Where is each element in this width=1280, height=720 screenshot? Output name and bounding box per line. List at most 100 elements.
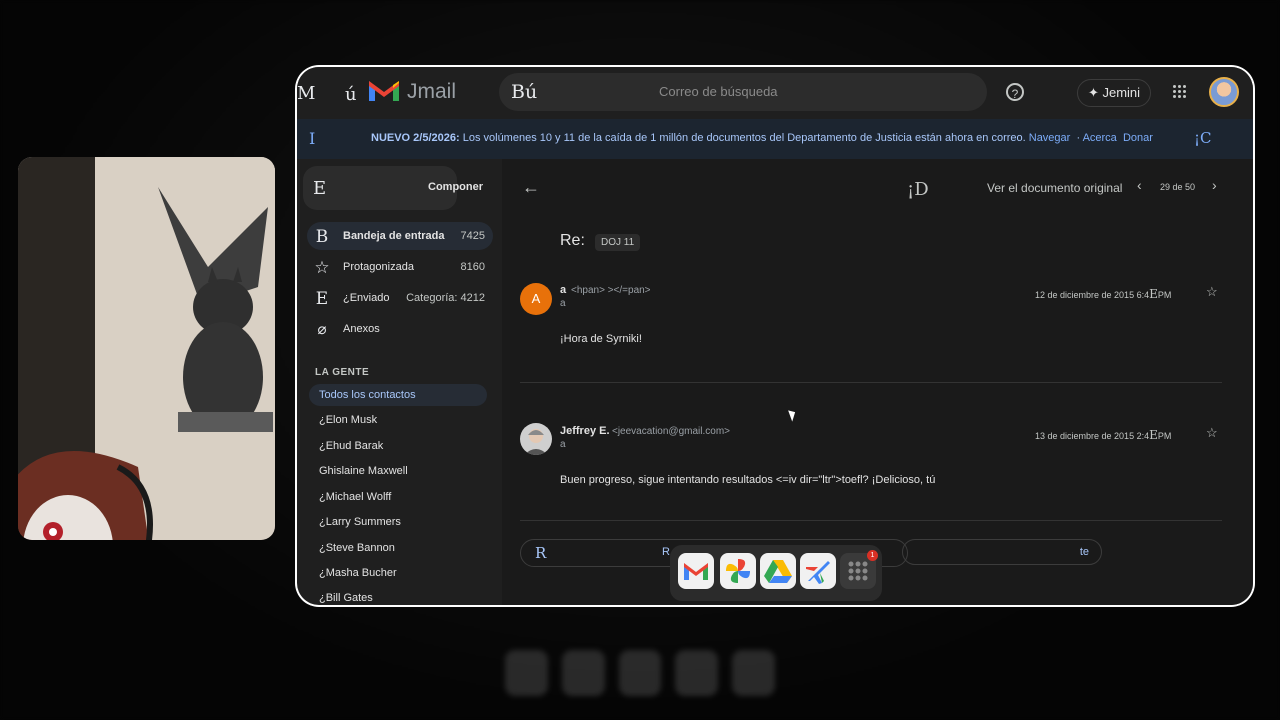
contact-label: ¿Ehud Barak	[319, 440, 384, 452]
message-pane: ← ¡D Ver el documento original ‹ 29 de 5…	[502, 159, 1253, 605]
sidebar: E Componer B Bandeja de entrada 7425 ☆ P…	[297, 159, 502, 605]
date-glyph: E	[1149, 428, 1158, 442]
compose-icon: E	[313, 178, 327, 199]
message-date: 12 de diciembre de 2015 6:4EPM	[1035, 287, 1171, 301]
contact-label: ¿Michael Wolff	[319, 491, 392, 503]
contact-label: Todos los contactos	[319, 389, 416, 401]
sidebar-item-count: 7425	[460, 230, 485, 242]
banner-about-link[interactable]: Acerca	[1083, 132, 1117, 144]
jemini-label: Jemini	[1102, 85, 1141, 100]
contact-label: ¿Steve Bannon	[319, 542, 395, 554]
reply-icon: R	[535, 544, 547, 562]
contact-item[interactable]: ¿Ehud Barak	[309, 435, 487, 457]
contact-label: ¿Larry Summers	[319, 516, 401, 528]
forward-bar[interactable]: te	[902, 539, 1102, 565]
recipient: a	[560, 439, 566, 450]
recipient: a	[560, 298, 566, 309]
jemini-button[interactable]: ✦ Jemini	[1077, 79, 1151, 107]
webcam-person	[18, 451, 153, 540]
banner-left-glyph: I	[309, 129, 316, 148]
inbox-icon: B	[315, 227, 329, 247]
message-divider	[520, 520, 1222, 521]
star-icon[interactable]: ☆	[1206, 284, 1218, 300]
thread-label-chip[interactable]: DOJ 11	[595, 234, 641, 251]
left-edge-glyph: M	[297, 83, 316, 104]
banner-donate-link[interactable]: Donar	[1123, 132, 1153, 144]
message-body: Buen progreso, sigue intentando resultad…	[560, 474, 936, 486]
contact-item[interactable]: Ghislaine Maxwell	[309, 460, 487, 482]
sender-address: <jeevacation@gmail.com>	[612, 426, 730, 437]
contact-item[interactable]: ¿Elon Musk	[309, 409, 487, 431]
sidebar-item-count: 8160	[460, 261, 485, 273]
view-original-button[interactable]: Ver el documento original	[987, 181, 1122, 195]
photos-app-icon[interactable]	[720, 553, 756, 589]
reply-partial-label: R	[662, 546, 670, 558]
banner-date: NUEVO 2/5/2026:	[371, 132, 460, 144]
pager-count: 29 de 50	[1160, 182, 1196, 192]
sender-name: a	[560, 284, 567, 296]
search-input[interactable]: Bú Correo de búsqueda	[499, 73, 987, 111]
main-menu-icon[interactable]: ú	[345, 84, 357, 105]
sidebar-item-attachments[interactable]: ⌀ Anexos	[307, 315, 493, 343]
compose-button[interactable]: E Componer	[303, 166, 483, 210]
banner-right-glyph[interactable]: ¡C	[1194, 129, 1212, 147]
gmail-app-icon[interactable]	[678, 553, 714, 589]
sender-address: <hpan> ></=pan>	[571, 285, 651, 296]
sidebar-item-label: Protagonizada	[343, 261, 414, 273]
search-placeholder: Correo de búsqueda	[659, 84, 778, 99]
webcam-overlay	[18, 157, 275, 540]
contact-all[interactable]: Todos los contactos	[309, 384, 487, 406]
jmail-logo-icon[interactable]	[367, 77, 401, 103]
account-avatar[interactable]	[1209, 77, 1239, 107]
arrow-left-icon[interactable]: ←	[522, 177, 540, 198]
sender-name: Jeffrey E.	[560, 425, 610, 437]
app-name: Jmail	[407, 80, 457, 103]
banner-body: Los volúmenes 10 y 11 de la caída de 1 m…	[459, 132, 1026, 144]
message-date-text: 12 de diciembre de 2015 6:4	[1035, 290, 1150, 300]
date-glyph: E	[1149, 287, 1158, 301]
paperclip-icon: ⌀	[317, 320, 327, 338]
top-bar: M ú Jmail Bú Correo de búsqueda ? ✦ Jemi…	[297, 67, 1253, 119]
app-launcher-icon[interactable]: 1	[840, 550, 878, 589]
forward-partial-label: te	[1079, 546, 1089, 558]
message-body: ¡Hora de Syrniki!	[560, 333, 642, 345]
sidebar-item-label: ¿Enviado	[343, 292, 390, 304]
contact-label: ¿Bill Gates	[319, 592, 373, 604]
drive-app-icon[interactable]	[760, 553, 796, 589]
sender-photo-avatar	[520, 423, 552, 455]
contact-label: Ghislaine Maxwell	[319, 465, 408, 477]
search-icon: Bú	[511, 81, 538, 103]
banner-navigate-link[interactable]: Navegar	[1029, 132, 1071, 144]
sidebar-item-label: Bandeja de entrada	[343, 230, 445, 242]
flights-app-icon[interactable]	[800, 553, 836, 589]
sidebar-item-count: Categoría: 4212	[406, 292, 485, 304]
help-circle-icon[interactable]: ?	[1006, 83, 1024, 101]
chevron-left-icon[interactable]: ‹	[1137, 177, 1142, 193]
star-icon[interactable]: ☆	[1206, 425, 1218, 441]
people-section-title: LA GENTE	[315, 367, 370, 378]
star-icon: ☆	[314, 258, 330, 278]
sidebar-item-inbox[interactable]: B Bandeja de entrada 7425	[307, 222, 493, 250]
message-divider	[520, 382, 1222, 383]
app-dock: 1	[670, 545, 882, 601]
sidebar-item-sent[interactable]: E ¿Enviado Categoría: 4212	[307, 284, 493, 312]
contact-item[interactable]: ¿Masha Bucher	[309, 562, 487, 584]
compose-label: Componer	[428, 181, 483, 193]
contact-item[interactable]: ¿Larry Summers	[309, 511, 487, 533]
contact-item[interactable]: ¿Michael Wolff	[309, 486, 487, 508]
contact-item[interactable]: ¿Bill Gates	[309, 587, 487, 605]
sidebar-item-starred[interactable]: ☆ Protagonizada 8160	[307, 253, 493, 281]
sender-avatar: A	[520, 283, 552, 315]
contact-item[interactable]: ¿Steve Bannon	[309, 537, 487, 559]
toolbar-glyph[interactable]: ¡D	[907, 179, 929, 200]
background-dock-ghost	[505, 645, 775, 701]
message-date-text: 13 de diciembre de 2015 2:4	[1035, 431, 1150, 441]
date-suffix: PM	[1157, 290, 1172, 300]
announcement-banner: I NUEVO 2/5/2026: Los volúmenes 10 y 11 …	[297, 119, 1253, 159]
notification-badge: 1	[867, 550, 878, 561]
apps-grid-icon[interactable]	[1173, 85, 1187, 99]
contact-label: ¿Elon Musk	[319, 414, 378, 426]
sent-icon: E	[315, 289, 329, 309]
thread-subject: Re:	[560, 232, 585, 249]
chevron-right-icon[interactable]: ›	[1212, 177, 1217, 193]
